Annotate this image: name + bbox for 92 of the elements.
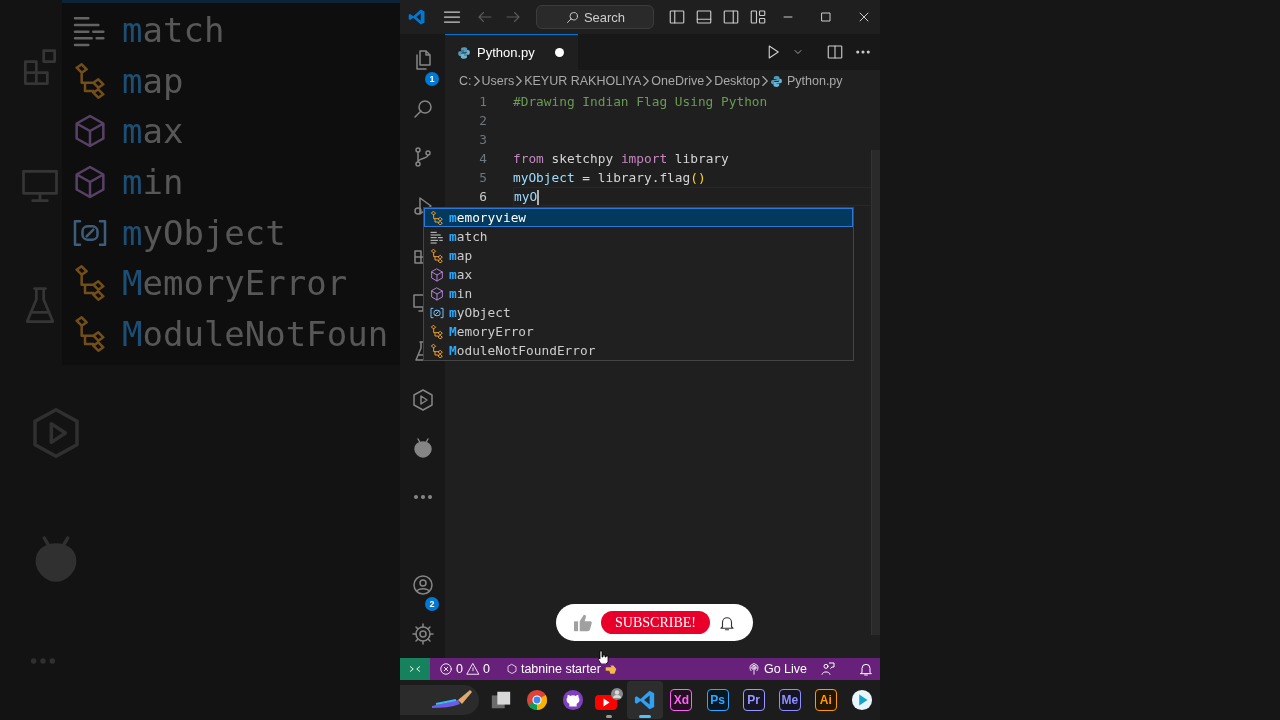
suggestion-item[interactable]: MemoryError [424,322,853,341]
app-logo: Pr [742,689,765,711]
ellipsis-icon[interactable] [411,493,434,500]
suggestion-item[interactable]: match [424,227,853,246]
taskbar-app[interactable]: Pr [735,681,772,719]
line-number: 3 [478,132,487,147]
class-icon [429,323,445,340]
text-cursor [537,190,540,205]
taskbar-app[interactable]: Ai [807,681,844,719]
taskbar-app[interactable]: Me [771,681,808,719]
sidebar-layout-icon[interactable] [668,8,686,26]
secondary-sidebar-icon[interactable] [722,8,740,26]
broadcast-icon [746,662,761,676]
suggestion-item[interactable]: min [424,284,853,303]
vscode-logo [408,8,426,26]
line-number: 5 [478,170,487,185]
notification-badge: 2 [425,597,439,611]
line-number: 4 [478,151,487,166]
scrollbar[interactable] [871,150,880,635]
cube-icon [429,285,445,302]
problems-button[interactable]: 0 0 [434,658,495,680]
feedback-icon[interactable] [820,661,836,677]
error-icon [439,662,453,676]
code-line: from sketchpy import library [513,151,729,166]
class-icon [429,247,445,264]
class-icon [429,209,445,226]
code-line: #Drawing Indian Flag Using Python [513,94,768,109]
suggestion-label: map [122,60,184,101]
code-line: myO [514,189,538,204]
hexagon-icon [505,663,518,675]
taskbar-app[interactable]: Ps [699,681,736,719]
hand-cursor-icon [597,650,609,664]
line-number: 6 [478,189,487,204]
notification-badge: 1 [425,72,439,86]
video-player-icon [594,687,625,713]
code-line: myObject = library.flag() [513,170,706,185]
hexagon-play-icon[interactable] [410,387,435,412]
editor-tab[interactable]: Python.py [445,34,578,70]
suggestion-label: match [122,10,225,51]
line-number: 1 [478,94,487,109]
search-button[interactable]: Search [536,5,654,29]
chevron-icon [641,75,652,87]
python-icon [457,45,471,60]
suggestion-item[interactable]: map [424,246,853,265]
chevron-icon [704,75,715,87]
suggestion-item[interactable]: myObject [424,303,853,322]
vscode-icon [634,689,657,711]
tabnine-button[interactable]: tabnine starter [500,658,623,680]
go-live-button[interactable]: Go Live [741,658,812,680]
suggestion-label: ModuleNotFoun [122,313,389,354]
breadcrumb[interactable]: KEYUR RAKHOLIYA [524,74,642,88]
split-editor-icon[interactable] [826,43,844,61]
breadcrumb[interactable]: C: [459,74,472,88]
windows-icon [490,689,512,711]
line-number: 2 [478,113,487,128]
taskbar-app[interactable]: Xd [663,681,700,719]
suggestion-label: myObject [122,212,286,253]
breadcrumb[interactable]: OneDrive [651,74,705,88]
panel-layout-icon[interactable] [695,8,713,26]
suggestion-item[interactable]: ModuleNotFoundError [424,341,853,360]
taskbar-app[interactable] [627,681,664,719]
class-icon [429,342,445,359]
play-app-icon [850,689,873,711]
search-icon [564,9,580,25]
account-icon[interactable] [410,573,435,598]
suggestion-item[interactable]: max [424,265,853,284]
python-icon [770,74,783,88]
layout-grid-icon[interactable] [749,8,767,26]
settings-icon[interactable] [410,621,435,646]
chrome-icon [526,689,549,711]
bell-icon[interactable] [858,661,874,677]
breadcrumb[interactable]: Users [481,74,515,88]
breadcrumb[interactable]: Desktop [714,74,760,88]
subscribe-button[interactable]: SUBSCRIBE! [601,611,710,634]
app-logo: Ai [814,689,837,711]
chevron-icon [514,75,525,87]
suggestion-label: MemoryError [122,263,348,304]
suggestion-label: max [122,111,184,152]
warning-icon [465,662,480,676]
cube-icon [429,266,445,283]
ellipsis-icon [28,657,58,665]
maximize-icon[interactable] [818,9,834,25]
app-logo: Ps [706,689,729,711]
suggestion-item[interactable]: memoryview [424,208,853,227]
app-logo: Xd [670,689,693,711]
suggestion-label: min [122,162,184,203]
chevron-icon [760,75,770,87]
breadcrumb[interactable]: Python.py [770,74,843,88]
app-logo: Me [778,689,801,711]
github-icon [562,689,585,711]
chevron-icon [471,75,482,87]
thumbs-up-icon [573,613,594,632]
